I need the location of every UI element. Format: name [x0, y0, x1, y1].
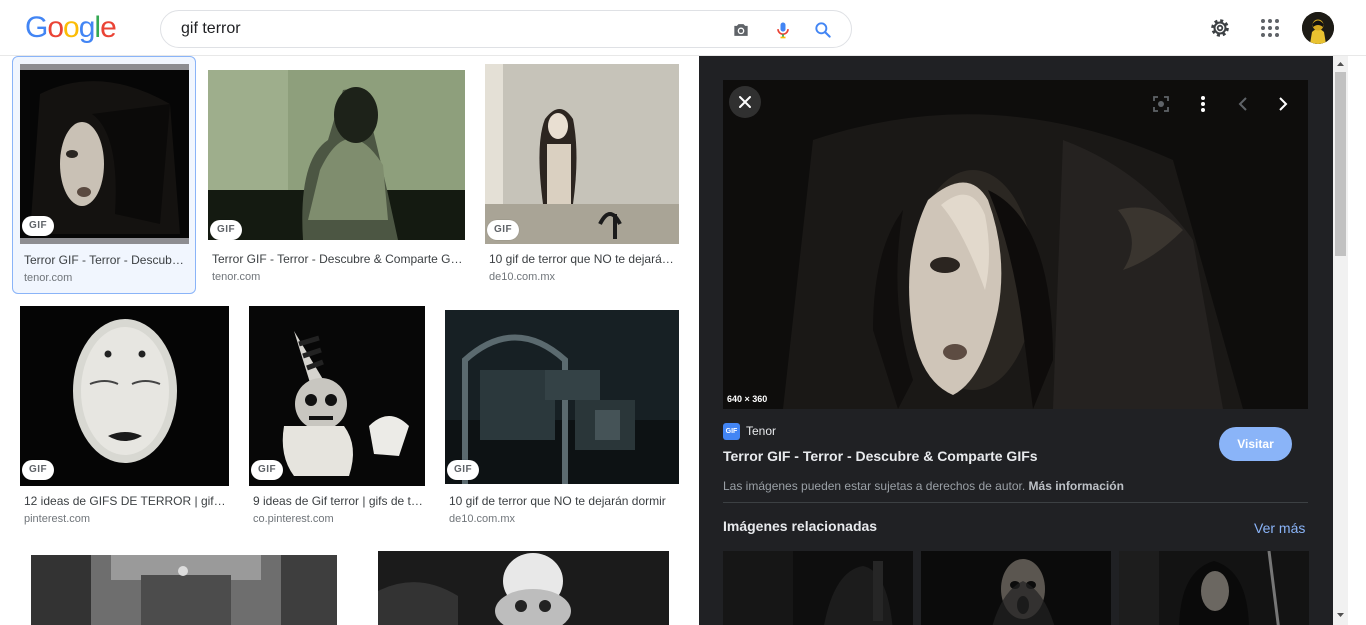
logo-letter: o: [63, 11, 80, 44]
result-caption[interactable]: 9 ideas de Gif terror | gifs de terror: [253, 494, 425, 508]
copyright-text: Las imágenes pueden estar sujetas a dere…: [723, 479, 1026, 493]
account-avatar[interactable]: [1302, 12, 1334, 44]
preview-title[interactable]: Terror GIF - Terror - Descubre & Compart…: [723, 448, 1038, 464]
result-image: [445, 310, 679, 484]
result-source[interactable]: tenor.com: [212, 271, 260, 283]
result-caption[interactable]: 10 gif de terror que NO te dejarán dormi…: [449, 494, 679, 508]
apps-grid-icon[interactable]: [1258, 16, 1282, 40]
gif-badge: GIF: [22, 216, 55, 236]
google-logo[interactable]: Google: [25, 11, 117, 44]
image-dimensions: 640 × 360: [727, 394, 768, 404]
result-caption[interactable]: 10 gif de terror que NO te dejarán dormi…: [489, 252, 677, 266]
result-caption[interactable]: 12 ideas de GIFS DE TERROR | gifs, terro…: [24, 494, 228, 508]
logo-letter: e: [100, 11, 117, 44]
close-button[interactable]: [729, 86, 761, 118]
result-tile-7[interactable]: [20, 548, 347, 625]
preview-image-graphic: [723, 80, 1308, 409]
preview-image[interactable]: 640 × 360: [723, 80, 1308, 409]
more-options-button[interactable]: [1187, 88, 1219, 120]
preview-panel: 640 × 360 GIF Tenor Terror GIF - Terror …: [699, 56, 1333, 625]
result-thumbnail[interactable]: GIF: [20, 306, 229, 486]
result-caption[interactable]: Terror GIF - Terror - Descubre & Compart…: [24, 253, 184, 267]
source-name[interactable]: Tenor: [746, 424, 776, 438]
related-image-1[interactable]: [723, 551, 913, 625]
result-thumbnail[interactable]: [378, 551, 669, 625]
result-image: [249, 306, 425, 486]
more-info-link[interactable]: Más información: [1029, 479, 1124, 493]
related-image: [1119, 551, 1309, 625]
copyright-notice: Las imágenes pueden estar sujetas a dere…: [723, 479, 1124, 493]
result-tile-5[interactable]: GIF 9 ideas de Gif terror | gifs de terr…: [249, 306, 426, 528]
lens-button[interactable]: [1145, 88, 1177, 120]
scroll-down-icon[interactable]: [1333, 609, 1348, 621]
more-vert-icon: [1201, 96, 1205, 112]
gif-badge: GIF: [447, 460, 480, 480]
result-image: [378, 551, 669, 625]
microphone-icon[interactable]: [773, 20, 793, 40]
related-image: [921, 551, 1111, 625]
camera-icon[interactable]: [731, 20, 751, 40]
gif-badge: GIF: [22, 460, 55, 480]
result-tile-4[interactable]: GIF 12 ideas de GIFS DE TERROR | gifs, t…: [20, 306, 230, 528]
scroll-up-icon[interactable]: [1333, 58, 1348, 70]
result-thumbnail[interactable]: GIF: [445, 310, 679, 484]
result-source[interactable]: de10.com.mx: [489, 271, 555, 283]
related-heading: Imágenes relacionadas: [723, 518, 878, 534]
result-thumbnail[interactable]: GIF: [485, 64, 679, 244]
logo-letter: o: [47, 11, 64, 44]
result-thumbnail[interactable]: GIF: [20, 64, 189, 244]
result-tile-1[interactable]: GIF Terror GIF - Terror - Descubre & Com…: [12, 56, 196, 294]
result-thumbnail[interactable]: GIF: [249, 306, 425, 486]
lens-icon: [1153, 96, 1169, 112]
result-tile-2[interactable]: GIF Terror GIF - Terror - Descubre & Com…: [208, 56, 466, 294]
gif-badge: GIF: [251, 460, 284, 480]
logo-letter: g: [78, 11, 96, 44]
logo-letter: G: [25, 11, 48, 44]
result-tile-6[interactable]: GIF 10 gif de terror que NO te dejarán d…: [445, 306, 680, 528]
page-scrollbar[interactable]: [1333, 56, 1348, 625]
previous-button[interactable]: [1227, 88, 1259, 120]
top-bar: Google gif terror: [0, 0, 1366, 56]
chevron-right-icon: [1279, 97, 1288, 111]
next-button[interactable]: [1267, 88, 1299, 120]
results-grid: GIF Terror GIF - Terror - Descubre & Com…: [0, 56, 698, 625]
result-thumbnail[interactable]: [31, 555, 337, 625]
related-image-3[interactable]: [1119, 551, 1309, 625]
search-box[interactable]: gif terror: [160, 10, 852, 48]
related-image: [723, 551, 913, 625]
result-source[interactable]: de10.com.mx: [449, 513, 515, 525]
close-icon: [739, 96, 751, 108]
result-caption[interactable]: Terror GIF - Terror - Descubre & Compart…: [212, 252, 464, 266]
result-tile-8[interactable]: [367, 548, 680, 625]
avatar-image: [1302, 12, 1334, 44]
divider: [723, 502, 1308, 503]
result-image: [208, 70, 465, 240]
see-more-link[interactable]: Ver más: [1254, 520, 1305, 536]
scroll-thumb[interactable]: [1335, 72, 1346, 256]
search-icon[interactable]: [813, 20, 833, 40]
result-image: [485, 64, 679, 244]
tenor-logo: GIF: [723, 423, 740, 440]
search-input[interactable]: gif terror: [181, 20, 241, 38]
result-thumbnail[interactable]: GIF: [208, 70, 465, 240]
result-image: [20, 306, 229, 486]
chevron-left-icon: [1238, 97, 1247, 111]
result-tile-3[interactable]: GIF 10 gif de terror que NO te dejarán d…: [485, 56, 680, 294]
result-source[interactable]: pinterest.com: [24, 513, 90, 525]
related-image-2[interactable]: [921, 551, 1111, 625]
result-image: [31, 555, 337, 625]
settings-icon[interactable]: [1208, 16, 1232, 40]
gif-badge: GIF: [210, 220, 243, 240]
gif-badge: GIF: [487, 220, 520, 240]
visit-button[interactable]: Visitar: [1219, 427, 1292, 461]
result-source[interactable]: tenor.com: [24, 272, 72, 284]
result-source[interactable]: co.pinterest.com: [253, 513, 334, 525]
